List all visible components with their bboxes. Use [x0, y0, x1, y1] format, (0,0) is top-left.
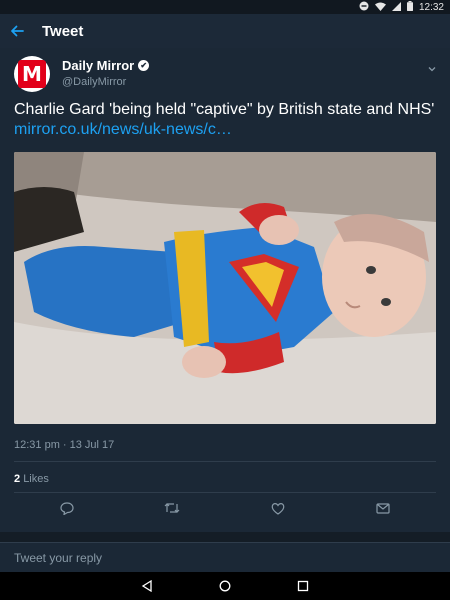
- android-nav-bar: [0, 572, 450, 600]
- nav-recents-button[interactable]: [292, 575, 314, 597]
- back-button[interactable]: [2, 14, 32, 48]
- author-handle[interactable]: @DailyMirror: [62, 76, 126, 88]
- app-bar: Tweet: [0, 14, 450, 48]
- like-button[interactable]: [258, 498, 298, 518]
- circle-home-icon: [219, 580, 231, 592]
- battery-icon: [406, 1, 413, 13]
- tweet-link[interactable]: mirror.co.uk/news/uk-news/c…: [14, 121, 232, 138]
- author-name-row[interactable]: Daily Mirror ✔: [62, 58, 150, 73]
- minus-circle-icon: [359, 1, 369, 13]
- divider: [14, 492, 436, 493]
- status-time: 12:32: [418, 1, 444, 13]
- reply-input[interactable]: Tweet your reply: [14, 551, 102, 565]
- daily-mirror-logo: M: [18, 60, 46, 88]
- arrow-left-icon: [11, 25, 24, 37]
- message-button[interactable]: [363, 498, 403, 518]
- reply-button[interactable]: [47, 498, 87, 518]
- nav-home-button[interactable]: [214, 575, 236, 597]
- page-title: Tweet: [42, 22, 84, 40]
- tweet-detail: M Daily Mirror ✔ @DailyMirror Charlie Ga…: [0, 48, 450, 532]
- reply-icon: [60, 501, 74, 515]
- divider: [14, 461, 436, 462]
- nav-back-button[interactable]: [136, 575, 158, 597]
- avatar[interactable]: M: [14, 56, 50, 92]
- like-icon: [271, 502, 285, 515]
- message-icon: [376, 502, 390, 514]
- tweet-actions: [14, 498, 436, 518]
- author-name: Daily Mirror: [62, 58, 135, 73]
- baby-in-superman-costume-image: [14, 152, 436, 424]
- reply-bar[interactable]: Tweet your reply: [0, 542, 450, 572]
- likes-label: Likes: [23, 473, 49, 485]
- tweet-header: M Daily Mirror ✔ @DailyMirror: [14, 56, 440, 96]
- retweet-button[interactable]: [152, 498, 192, 518]
- verified-badge-icon: ✔: [138, 60, 150, 71]
- likes-count[interactable]: 2 Likes: [14, 473, 49, 485]
- tweet-text: Charlie Gard 'being held "captive" by Br…: [14, 100, 438, 140]
- chevron-down-icon[interactable]: [426, 62, 438, 74]
- wifi-icon: [374, 2, 386, 13]
- likes-number: 2: [14, 473, 21, 485]
- signal-icon: [391, 1, 401, 13]
- tweet-photo[interactable]: [14, 152, 436, 424]
- square-recents-icon: [297, 580, 309, 592]
- tweet-body: Charlie Gard 'being held "captive" by Br…: [14, 101, 435, 118]
- triangle-back-icon: [141, 580, 152, 592]
- status-bar: 12:32: [0, 0, 450, 14]
- retweet-icon: [164, 503, 180, 513]
- tweet-timestamp: 12:31 pm · 13 Jul 17: [14, 439, 115, 451]
